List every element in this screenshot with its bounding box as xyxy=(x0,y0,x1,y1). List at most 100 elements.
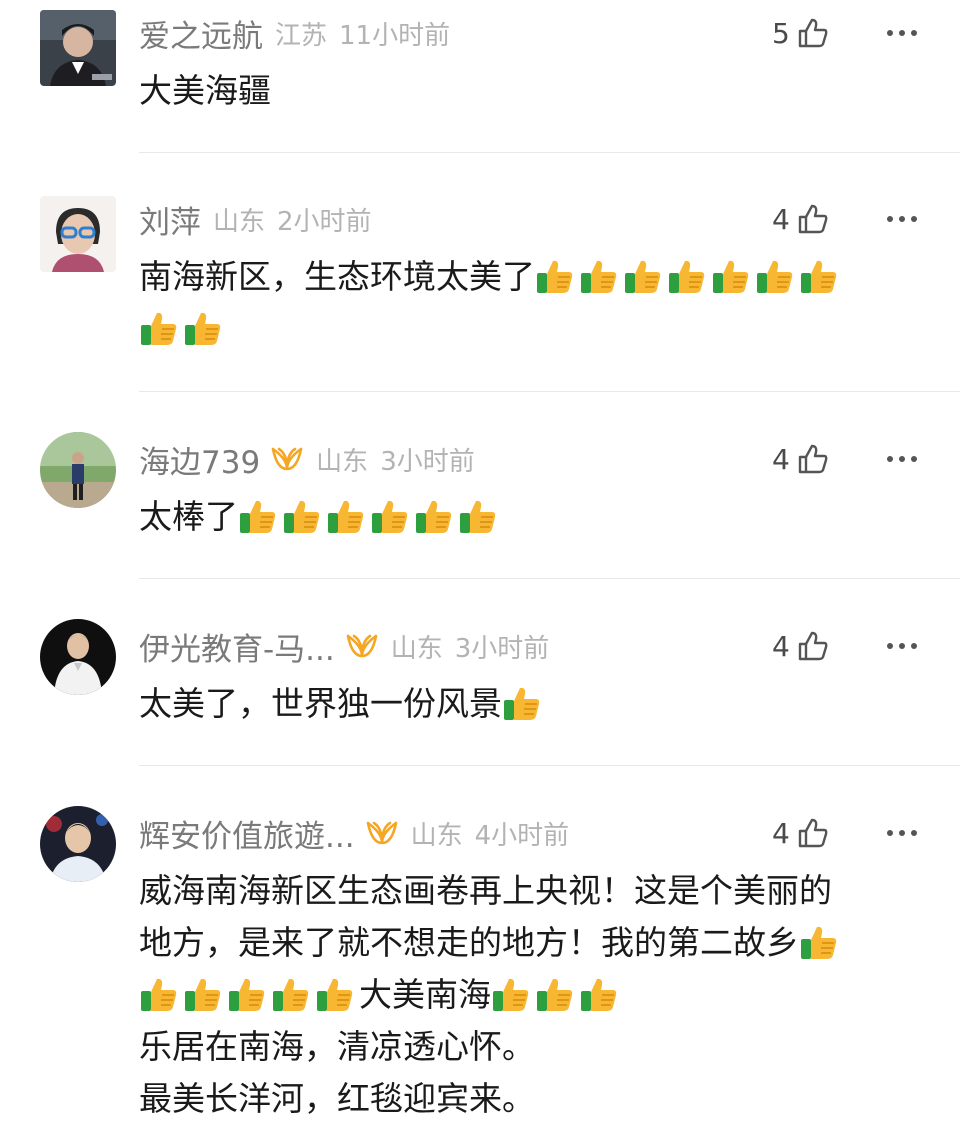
thumbs-up-emoji xyxy=(755,256,795,296)
like-button[interactable]: 4 xyxy=(772,626,830,666)
avatar[interactable] xyxy=(40,806,116,882)
location: 山东 xyxy=(390,633,443,664)
thumbs-up-emoji xyxy=(183,308,223,348)
comment-text-segment: 南海新区，生态环境太美了 xyxy=(139,257,535,296)
divider xyxy=(139,152,960,153)
location: 山东 xyxy=(316,446,369,477)
thumbs-up-icon xyxy=(796,816,830,850)
verified-badge-icon xyxy=(270,445,304,473)
comment-line: 乐居在南海，清凉透心怀。 xyxy=(139,1021,929,1073)
comment-text-segment: 威海南海新区生态画卷再上央视！这是个美丽的 xyxy=(139,871,832,910)
like-button[interactable]: 4 xyxy=(772,813,830,853)
more-button[interactable] xyxy=(882,199,922,239)
like-count: 4 xyxy=(772,202,790,236)
comment-text-segment: 太美了，世界独一份风景 xyxy=(139,684,502,723)
thumbs-up-emoji xyxy=(326,496,366,536)
location: 山东 xyxy=(410,820,463,851)
verified-badge-icon xyxy=(365,819,399,847)
avatar[interactable] xyxy=(40,10,116,86)
location: 山东 xyxy=(213,206,266,237)
comment-line: 威海南海新区生态画卷再上央视！这是个美丽的 xyxy=(139,865,929,917)
location: 江苏 xyxy=(275,20,328,51)
thumbs-up-emoji xyxy=(139,974,179,1014)
thumbs-up-emoji xyxy=(502,683,542,723)
username[interactable]: 刘萍 xyxy=(139,197,201,242)
avatar[interactable] xyxy=(40,196,116,272)
comment-text-segment: 最美长洋河，红毯迎宾来。 xyxy=(139,1079,535,1118)
comment-text: 太美了，世界独一份风景 xyxy=(139,678,929,730)
timestamp: 2小时前 xyxy=(277,206,372,237)
comment-meta: 海边739 山东 3小时前 xyxy=(139,437,475,482)
thumbs-up-emoji xyxy=(271,974,311,1014)
thumbs-up-emoji xyxy=(491,974,531,1014)
thumbs-up-emoji xyxy=(667,256,707,296)
username[interactable]: 伊光教育-马... xyxy=(139,624,335,669)
more-button[interactable] xyxy=(882,813,922,853)
thumbs-up-emoji xyxy=(623,256,663,296)
thumbs-up-emoji xyxy=(183,974,223,1014)
thumbs-up-emoji xyxy=(535,974,575,1014)
username[interactable]: 海边739 xyxy=(139,437,260,482)
more-button[interactable] xyxy=(882,13,922,53)
comment-text-segment: 大美海疆 xyxy=(139,71,271,110)
divider xyxy=(139,391,960,392)
comment-line: 最美长洋河，红毯迎宾来。 xyxy=(139,1073,929,1125)
comment-text-segment: 太棒了 xyxy=(139,497,238,536)
username[interactable]: 辉安价值旅遊... xyxy=(139,811,355,856)
thumbs-up-emoji xyxy=(579,256,619,296)
comment-text: 大美海疆 xyxy=(139,65,929,117)
thumbs-up-emoji xyxy=(282,496,322,536)
thumbs-up-emoji xyxy=(370,496,410,536)
thumbs-up-emoji xyxy=(315,974,355,1014)
comment-text-segment: 大美南海 xyxy=(359,975,491,1014)
comment-meta: 爱之远航 江苏 11小时前 xyxy=(139,11,451,56)
comment-line: 地方，是来了就不想走的地方！我的第二故乡 xyxy=(139,917,929,969)
like-count: 4 xyxy=(772,629,790,663)
timestamp: 11小时前 xyxy=(339,20,451,51)
thumbs-up-emoji xyxy=(227,974,267,1014)
thumbs-up-icon xyxy=(796,202,830,236)
thumbs-up-emoji xyxy=(711,256,751,296)
thumbs-up-emoji xyxy=(238,496,278,536)
like-count: 5 xyxy=(772,16,790,50)
thumbs-up-emoji xyxy=(414,496,454,536)
like-button[interactable]: 4 xyxy=(772,439,830,479)
more-dots-icon xyxy=(887,456,917,462)
comment-line: 太美了，世界独一份风景 xyxy=(139,678,929,730)
thumbs-up-emoji xyxy=(579,974,619,1014)
thumbs-up-emoji xyxy=(535,256,575,296)
comment-meta: 辉安价值旅遊... 山东 4小时前 xyxy=(139,811,570,856)
username[interactable]: 爱之远航 xyxy=(139,11,263,56)
more-button[interactable] xyxy=(882,626,922,666)
comment-text-segment: 地方，是来了就不想走的地方！我的第二故乡 xyxy=(139,923,799,962)
timestamp: 3小时前 xyxy=(454,633,550,664)
comment-line: 大美南海 xyxy=(139,969,929,1021)
thumbs-up-icon xyxy=(796,16,830,50)
more-dots-icon xyxy=(887,30,917,36)
thumbs-up-icon xyxy=(796,629,830,663)
comment-text: 威海南海新区生态画卷再上央视！这是个美丽的 地方，是来了就不想走的地方！我的第二… xyxy=(139,865,929,1125)
more-button[interactable] xyxy=(882,439,922,479)
avatar[interactable] xyxy=(40,432,116,508)
more-dots-icon xyxy=(887,643,917,649)
like-count: 4 xyxy=(772,816,790,850)
thumbs-up-emoji xyxy=(458,496,498,536)
comment-line: 大美海疆 xyxy=(139,65,929,117)
like-button[interactable]: 5 xyxy=(772,13,830,53)
thumbs-up-emoji xyxy=(799,256,839,296)
more-dots-icon xyxy=(887,216,917,222)
thumbs-up-emoji xyxy=(139,308,179,348)
thumbs-up-emoji xyxy=(799,922,839,962)
timestamp: 4小时前 xyxy=(474,820,570,851)
comment-line: 太棒了 xyxy=(139,491,929,543)
avatar[interactable] xyxy=(40,619,116,695)
comment-line xyxy=(139,303,929,355)
like-count: 4 xyxy=(772,442,790,476)
verified-badge-icon xyxy=(345,632,379,660)
more-dots-icon xyxy=(887,830,917,836)
comment-text-segment: 乐居在南海，清凉透心怀。 xyxy=(139,1027,535,1066)
timestamp: 3小时前 xyxy=(380,446,475,477)
comment-line: 南海新区，生态环境太美了 xyxy=(139,251,929,303)
divider xyxy=(139,765,960,766)
like-button[interactable]: 4 xyxy=(772,199,830,239)
